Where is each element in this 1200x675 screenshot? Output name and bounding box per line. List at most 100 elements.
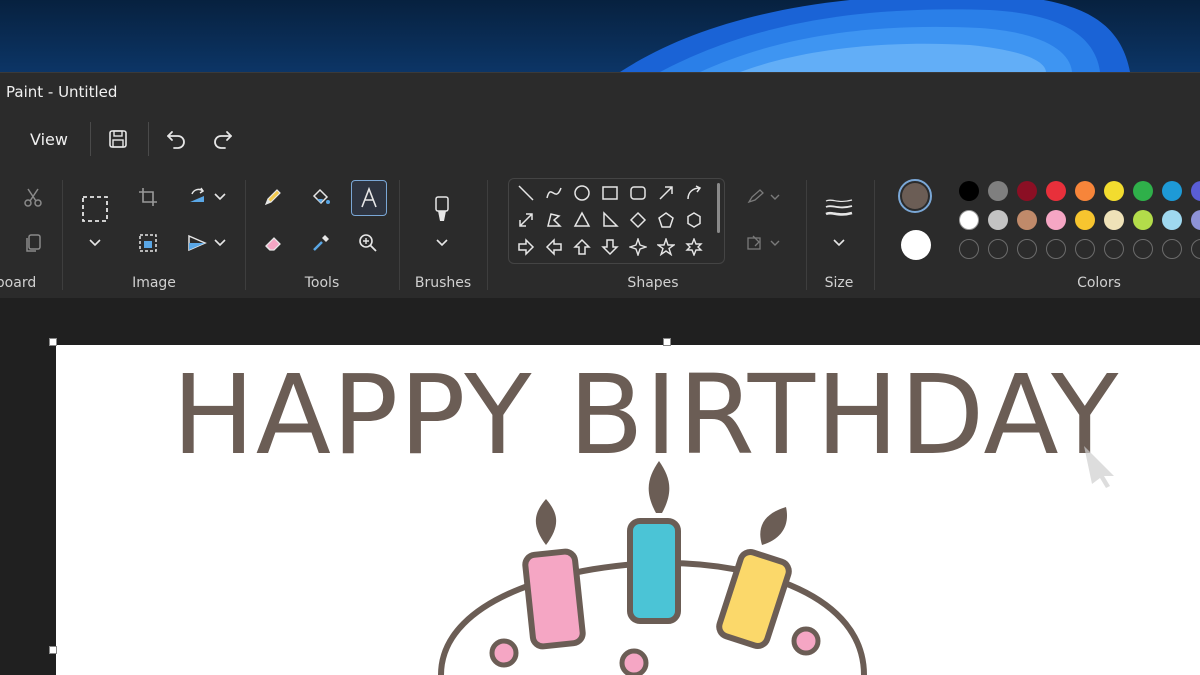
text-cursor-icon	[1084, 446, 1114, 488]
image-resize-icon[interactable]	[131, 226, 165, 260]
color-swatch[interactable]	[1133, 210, 1153, 230]
color-swatch[interactable]	[1162, 210, 1182, 230]
image-group-label: Image	[132, 275, 176, 291]
color-swatch[interactable]	[959, 210, 979, 230]
color-swatch[interactable]	[1191, 210, 1200, 230]
shapes-gallery	[508, 178, 725, 264]
cut-icon[interactable]	[16, 180, 50, 214]
custom-color-slot[interactable]	[1075, 239, 1095, 259]
stroke-size-icon[interactable]	[822, 192, 856, 226]
pentagon-shape-icon[interactable]	[655, 209, 677, 231]
color-swatch[interactable]	[1075, 210, 1095, 230]
save-icon[interactable]	[103, 124, 133, 154]
shapes-group-label: Shapes	[627, 275, 679, 291]
secondary-color[interactable]	[901, 230, 931, 260]
right-arrow-shape-icon[interactable]	[515, 236, 537, 258]
hexagon-shape-icon[interactable]	[683, 209, 705, 231]
window-title: Paint - Untitled	[6, 83, 118, 101]
text-tool-icon[interactable]	[351, 180, 387, 216]
color-swatch[interactable]	[959, 181, 979, 201]
color-swatch[interactable]	[1104, 210, 1124, 230]
color-swatch[interactable]	[988, 210, 1008, 230]
menu-divider	[148, 122, 149, 156]
group-divider	[806, 180, 807, 290]
group-divider	[62, 180, 63, 290]
brush-dropdown-icon[interactable]	[425, 226, 459, 260]
double-arrow-shape-icon[interactable]	[515, 209, 537, 231]
rounded-rectangle-shape-icon[interactable]	[627, 182, 649, 204]
wallpaper-bloom	[620, 0, 1130, 72]
magnifier-icon[interactable]	[351, 226, 385, 260]
menu-bar: View	[0, 110, 1200, 168]
color-swatch[interactable]	[1162, 181, 1182, 201]
size-dropdown-icon[interactable]	[822, 226, 856, 260]
arrow-line-shape-icon[interactable]	[655, 182, 677, 204]
shape-fill-icon[interactable]	[744, 226, 784, 260]
brush-icon[interactable]	[425, 192, 459, 226]
cake-drawing	[438, 461, 867, 675]
freeform-shape-icon[interactable]	[543, 209, 565, 231]
redo-icon[interactable]	[208, 124, 238, 154]
size-group-label: Size	[824, 275, 854, 291]
color-swatch[interactable]	[1046, 210, 1066, 230]
custom-color-slot[interactable]	[1191, 239, 1200, 259]
color-swatch[interactable]	[988, 181, 1008, 201]
tools-group-label: Tools	[304, 275, 340, 291]
group-divider	[874, 180, 875, 290]
left-arrow-shape-icon[interactable]	[543, 236, 565, 258]
custom-color-slot[interactable]	[1046, 239, 1066, 259]
rotate-dropdown-icon[interactable]	[203, 180, 237, 214]
color-swatch[interactable]	[1133, 181, 1153, 201]
six-point-star-shape-icon[interactable]	[683, 236, 705, 258]
diamond-shape-icon[interactable]	[627, 209, 649, 231]
color-swatch[interactable]	[1017, 181, 1037, 201]
view-menu[interactable]: View	[30, 130, 68, 149]
copy-icon[interactable]	[16, 226, 50, 260]
custom-color-slot[interactable]	[1017, 239, 1037, 259]
fill-bucket-icon[interactable]	[304, 180, 338, 214]
pencil-icon[interactable]	[256, 180, 290, 214]
up-arrow-shape-icon[interactable]	[571, 236, 593, 258]
desktop-wallpaper	[0, 0, 1200, 72]
primary-color[interactable]	[898, 179, 932, 213]
color-swatch[interactable]	[1046, 181, 1066, 201]
custom-color-slot[interactable]	[1162, 239, 1182, 259]
color-swatch[interactable]	[1104, 181, 1124, 201]
right-triangle-shape-icon[interactable]	[599, 209, 621, 231]
custom-color-slot[interactable]	[1104, 239, 1124, 259]
colors-group-label: Colors	[1077, 275, 1121, 291]
select-dropdown-icon[interactable]	[78, 226, 112, 260]
color-picker-icon[interactable]	[304, 226, 338, 260]
group-divider	[399, 180, 400, 290]
color-swatch[interactable]	[1191, 181, 1200, 201]
clipboard-group-label: board	[0, 275, 37, 291]
shape-outline-icon[interactable]	[744, 180, 784, 214]
custom-color-slot[interactable]	[959, 239, 979, 259]
four-point-star-shape-icon[interactable]	[627, 236, 649, 258]
eraser-icon[interactable]	[256, 226, 290, 260]
rectangle-shape-icon[interactable]	[599, 182, 621, 204]
undo-icon[interactable]	[161, 124, 191, 154]
down-arrow-shape-icon[interactable]	[599, 236, 621, 258]
primary-color-fill	[902, 183, 928, 209]
menu-divider	[90, 122, 91, 156]
custom-color-slot[interactable]	[988, 239, 1008, 259]
select-icon[interactable]	[78, 192, 112, 226]
five-point-star-shape-icon[interactable]	[655, 236, 677, 258]
crop-icon[interactable]	[131, 180, 165, 214]
ribbon: board Image Tools Brushes Shapes Size Co…	[0, 168, 1200, 299]
group-divider	[245, 180, 246, 290]
line-shape-icon[interactable]	[515, 182, 537, 204]
color-swatch[interactable]	[1017, 210, 1037, 230]
group-divider	[487, 180, 488, 290]
shapes-scrollbar[interactable]	[717, 183, 720, 233]
custom-color-slot[interactable]	[1133, 239, 1153, 259]
title-bar: Paint - Untitled	[0, 72, 1200, 111]
curve-shape-icon[interactable]	[543, 182, 565, 204]
oval-shape-icon[interactable]	[571, 182, 593, 204]
brushes-group-label: Brushes	[414, 275, 472, 291]
curved-arrow-shape-icon[interactable]	[683, 182, 705, 204]
color-swatch[interactable]	[1075, 181, 1095, 201]
triangle-shape-icon[interactable]	[571, 209, 593, 231]
flip-dropdown-icon[interactable]	[203, 226, 237, 260]
